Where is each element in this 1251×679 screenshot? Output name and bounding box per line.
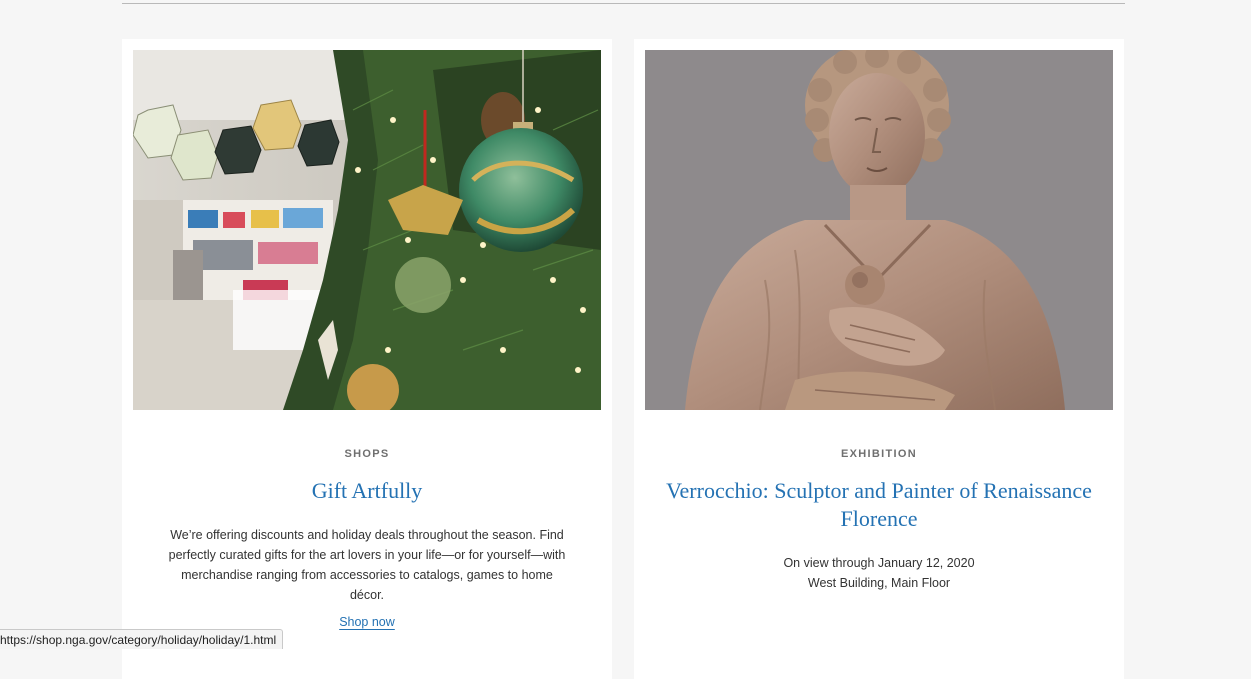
shop-holiday-image[interactable]	[133, 50, 601, 410]
shop-now-link-container: Shop now	[122, 615, 612, 629]
card-category: SHOPS	[344, 448, 390, 460]
top-divider	[122, 3, 1125, 4]
exhibition-dates: On view through January 12, 2020	[783, 556, 975, 570]
verrocchio-bust-image[interactable]	[645, 50, 1113, 410]
exhibition-details: On view through January 12, 2020 West Bu…	[634, 553, 1124, 593]
status-bar-url: https://shop.nga.gov/category/holiday/ho…	[0, 629, 284, 649]
promo-card-shops: SHOPS Gift Artfully We’re offering disco…	[122, 39, 612, 679]
card-title[interactable]: Verrocchio: Sculptor and Painter of Rena…	[654, 477, 1104, 533]
exhibition-location: West Building, Main Floor	[807, 576, 951, 590]
card-title[interactable]: Gift Artfully	[142, 477, 592, 505]
promo-card-exhibition: EXHIBITION Verrocchio: Sculptor and Pain…	[634, 39, 1124, 679]
shop-now-link[interactable]: Shop now	[339, 615, 395, 629]
card-category: EXHIBITION	[841, 448, 917, 460]
card-description: We’re offering discounts and holiday dea…	[168, 528, 566, 602]
